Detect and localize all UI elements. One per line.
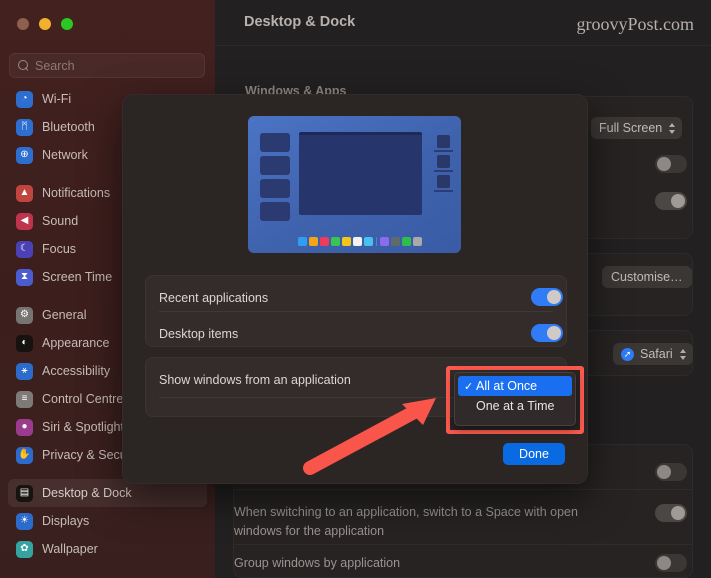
preview-dock-strip xyxy=(298,237,422,246)
network-icon: ⊕ xyxy=(16,147,33,164)
sidebar-item-displays[interactable]: ☀ Displays xyxy=(8,507,207,535)
dock-preview-illustration xyxy=(248,116,461,253)
accessibility-icon: ⚹ xyxy=(16,363,33,380)
bluetooth-icon: ᛗ xyxy=(16,119,33,136)
sidebar-item-label: Notifications xyxy=(42,186,110,200)
sidebar-item-wallpaper[interactable]: ✿ Wallpaper xyxy=(8,535,207,563)
displays-icon: ☀ xyxy=(16,513,33,530)
wifi-icon: ◔ xyxy=(16,91,33,108)
preview-left-item-4 xyxy=(260,202,290,221)
desktop-items-label: Desktop items xyxy=(159,327,238,341)
sidebar-item-label: General xyxy=(42,308,86,322)
dropdown-option-all-at-once[interactable]: ✓All at Once xyxy=(458,376,572,396)
minimize-button[interactable] xyxy=(39,18,51,30)
dock-icon xyxy=(380,237,389,246)
dock-icon xyxy=(331,237,340,246)
chevron-updown-icon-2 xyxy=(679,348,687,361)
group-windows-label: Group windows by application xyxy=(234,556,400,570)
page-title: Desktop & Dock xyxy=(244,14,355,30)
close-button[interactable] xyxy=(17,18,29,30)
full-screen-value: Full Screen xyxy=(599,121,662,135)
control-centre-icon: ≡ xyxy=(16,391,33,408)
sidebar-item-label: Sound xyxy=(42,214,78,228)
privacy-icon: ✋ xyxy=(16,447,33,464)
dock-icon xyxy=(391,237,400,246)
sidebar-item-label: Focus xyxy=(42,242,76,256)
divider-2 xyxy=(233,544,693,545)
search-placeholder: Search xyxy=(35,59,75,73)
dock-icon xyxy=(364,237,373,246)
dock-icon xyxy=(402,237,411,246)
notifications-icon: ▲ xyxy=(16,185,33,202)
customise-button[interactable]: Customise… xyxy=(602,266,692,288)
toggle-switch-space[interactable] xyxy=(655,504,687,522)
dock-icon xyxy=(342,237,351,246)
siri-icon: ● xyxy=(16,419,33,436)
preview-left-item-3 xyxy=(260,179,290,198)
safari-popup[interactable]: ➚ Safari xyxy=(613,343,693,365)
sidebar-item-label: Desktop & Dock xyxy=(42,486,132,500)
preview-left-item-2 xyxy=(260,156,290,175)
toggle-row-3[interactable] xyxy=(655,192,687,210)
watermark: groovyPost.com xyxy=(576,14,694,35)
dropdown-option-label: All at Once xyxy=(476,379,537,393)
show-windows-dropdown[interactable]: ✓All at Once One at a Time xyxy=(454,372,576,426)
dropdown-option-label: One at a Time xyxy=(476,399,555,413)
wallpaper-icon: ✿ xyxy=(16,541,33,558)
dock-icon xyxy=(309,237,318,246)
sidebar-item-label: Bluetooth xyxy=(42,120,95,134)
dock-icon xyxy=(413,237,422,246)
appearance-icon: ◐ xyxy=(16,335,33,352)
desktop-dock-icon: ▤ xyxy=(16,485,33,502)
show-windows-label: Show windows from an application xyxy=(159,373,351,387)
switch-space-line-1: When switching to an application, switch… xyxy=(234,505,578,519)
divider-1 xyxy=(233,489,693,490)
recent-applications-toggle[interactable] xyxy=(531,288,563,306)
search-icon xyxy=(18,60,29,71)
preview-window xyxy=(299,132,422,215)
sidebar-item-label: Displays xyxy=(42,514,89,528)
sidebar-item-label: Control Centre xyxy=(42,392,123,406)
safari-value: Safari xyxy=(640,347,673,361)
done-button[interactable]: Done xyxy=(503,443,565,465)
preview-right-item-2 xyxy=(437,155,450,168)
sidebar-item-label: Screen Time xyxy=(42,270,112,284)
preview-left-item-1 xyxy=(260,133,290,152)
toggle-displays-separate-spaces[interactable] xyxy=(655,463,687,481)
general-icon: ⚙ xyxy=(16,307,33,324)
dropdown-option-one-at-a-time[interactable]: One at a Time xyxy=(458,396,572,416)
dock-separator xyxy=(376,237,377,246)
preview-right-item-3 xyxy=(437,175,450,188)
toggle-group-windows[interactable] xyxy=(655,554,687,572)
toggle-row-2[interactable] xyxy=(655,155,687,173)
safari-icon: ➚ xyxy=(621,348,634,361)
modal-divider-1 xyxy=(159,311,553,312)
dock-icon xyxy=(298,237,307,246)
dock-icon xyxy=(320,237,329,246)
search-input[interactable]: Search xyxy=(9,53,205,78)
screen-time-icon: ⧗ xyxy=(16,269,33,286)
traffic-lights xyxy=(17,18,73,30)
app-window: Search ◔ Wi-Fi ᛗ Bluetooth ⊕ Network ▲ Notifica… xyxy=(0,0,711,578)
sidebar-item-label: Appearance xyxy=(42,336,109,350)
full-screen-popup[interactable]: Full Screen xyxy=(591,117,682,139)
desktop-items-toggle[interactable] xyxy=(531,324,563,342)
preview-right-item-1 xyxy=(437,135,450,148)
chevron-updown-icon xyxy=(668,122,676,135)
sidebar-item-label: Network xyxy=(42,148,88,162)
titlebar: Desktop & Dock groovyPost.com xyxy=(215,0,711,46)
switch-space-line-2: windows for the application xyxy=(234,524,384,538)
check-icon: ✓ xyxy=(464,380,476,393)
sound-icon: ◀ xyxy=(16,213,33,230)
sidebar-item-label: Siri & Spotlight xyxy=(42,420,124,434)
sidebar-item-label: Wallpaper xyxy=(42,542,98,556)
dock-icon xyxy=(353,237,362,246)
sidebar-item-label: Wi-Fi xyxy=(42,92,71,106)
recent-applications-label: Recent applications xyxy=(159,291,268,305)
zoom-button[interactable] xyxy=(61,18,73,30)
switch-space-label: When switching to an application, switch… xyxy=(234,503,619,541)
sidebar-item-label: Accessibility xyxy=(42,364,110,378)
focus-icon: ☾ xyxy=(16,241,33,258)
